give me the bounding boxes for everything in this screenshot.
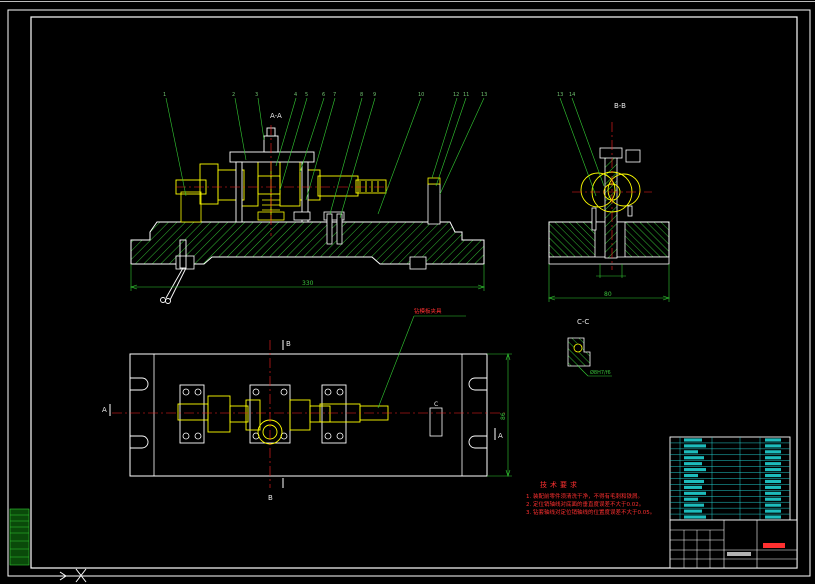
cut-mark-label: B [268,494,273,502]
section-label-c: C-C [577,318,589,326]
table-cell-text [765,450,781,454]
detail-hole [573,343,583,353]
slot-dimension [596,264,626,278]
svg-text:4: 4 [294,92,297,98]
title-mark [763,543,785,548]
table-cell-text [765,473,781,478]
table-cell-text [684,462,702,466]
table-cell-text [765,509,781,513]
table-cell-text [684,509,702,513]
table-cell-text [684,479,704,484]
table-cell-text [684,438,702,442]
title-mark [727,552,751,556]
requirement-item: 1. 装配前零件须清洗干净，不得有毛刺和铁屑。 [526,492,643,500]
table-cell-text [765,444,781,448]
svg-text:11: 11 [463,92,469,98]
parts-list-table[interactable] [669,436,791,521]
table-cell-text [684,444,706,448]
dimension-label: 86 [500,412,507,420]
table-cell-text [765,485,781,489]
table-cell-text [684,503,704,507]
svg-text:8: 8 [360,92,363,98]
table-cell-text [765,479,781,484]
table-cell-text [765,456,781,460]
table-cell-text [765,515,781,519]
callout-leader [377,315,466,409]
table-cell-text [765,462,781,466]
cut-mark-label: A [498,432,503,440]
svg-text:1: 1 [163,92,166,98]
part-number-labels: 1 2 3 4 5 6 7 8 9 10 12 11 13 [163,92,487,98]
side-pin [627,205,633,217]
table-cell-text [765,438,781,442]
dimension-label: 330 [302,280,314,287]
svg-text:2: 2 [232,92,235,98]
mounting-slot [409,256,427,270]
locating-pin [326,213,333,245]
locating-pin [336,213,343,245]
requirement-item: 2. 定位销轴线对底面的垂直度误差不大于0.02。 [526,500,644,508]
requirement-item: 3. 钻套轴线对定位销轴线的位置度误差不大于0.05。 [526,508,655,516]
svg-text:7: 7 [333,92,336,98]
right-support [427,183,441,225]
svg-text:12: 12 [453,92,459,98]
svg-text:10: 10 [418,92,424,98]
callout-label: 钻模板夹具 [414,307,442,315]
section-label-a: A-A [270,112,282,120]
crankshaft-part [175,157,387,207]
part-number-label: 14 [569,92,575,98]
table-cell-text [684,485,702,489]
cut-mark-label: B [286,340,291,348]
svg-text:3: 3 [255,92,258,98]
svg-text:13: 13 [481,92,487,98]
side-mark-label: C [434,401,438,408]
side-pin [591,207,597,231]
side-column [604,149,618,259]
table-cell-text [684,515,706,519]
table-cell-text [684,473,698,478]
detail-leader [577,365,589,377]
table-cell-text [684,456,704,460]
requirements-title: 技术要求 [540,480,580,489]
cad-viewport[interactable]: { "views": { "front_view": { "section_la… [0,0,815,584]
cut-mark-label: A [102,406,107,414]
part-number-label: 13 [557,92,563,98]
table-cell-text [765,497,781,501]
mounting-slot [175,255,195,270]
plan-view[interactable]: C B B A A 钻模板夹具 86 [102,307,512,502]
svg-text:6: 6 [322,92,325,98]
title-block[interactable] [669,519,798,569]
drawing: A-A 330 1 2 3 4 5 6 7 8 9 10 12 11 13 B-… [0,1,815,583]
left-marker-bar [9,508,30,566]
detail-note: Ø8H7/f6 [590,369,611,376]
table-cell-text [684,468,706,472]
table-cell-text [765,491,781,495]
front-view[interactable]: A-A 330 1 2 3 4 5 6 7 8 9 10 12 11 13 [130,92,487,304]
svg-text:9: 9 [373,92,376,98]
side-nut [625,149,641,163]
side-leaders [559,97,605,197]
table-cell-text [684,491,706,495]
section-label-b: B-B [614,102,626,110]
technical-requirements: 技术要求 1. 装配前零件须清洗干净，不得有毛刺和铁屑。 2. 定位销轴线对底面… [526,480,655,516]
left-support [180,191,202,223]
dimension-label: 80 [604,291,612,298]
table-cell-text [684,497,698,501]
table-cell-text [765,468,781,472]
table-cell-text [684,450,698,454]
detail-view[interactable]: C-C Ø8H7/f6 [567,318,612,377]
plan-right-block [429,407,443,437]
hex-nut [293,211,311,221]
table-cell-text [765,503,781,507]
svg-text:5: 5 [305,92,308,98]
side-column-cap [599,147,623,159]
side-view[interactable]: B-B 13 14 80 [548,92,670,302]
